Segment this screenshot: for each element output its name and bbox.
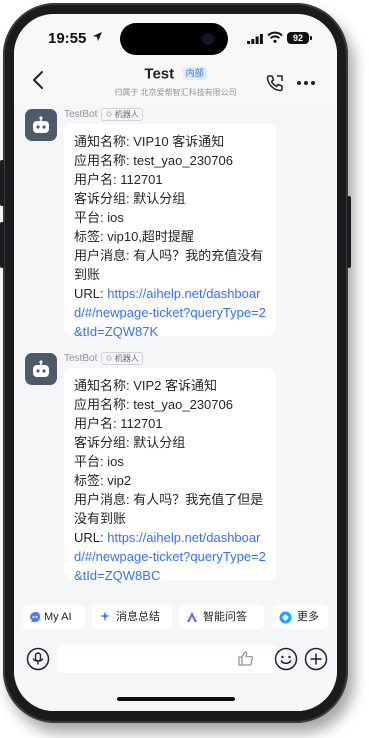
- message-line: 通知名称: VIP10 客诉通知: [74, 134, 225, 149]
- phone-power-button: [347, 196, 351, 268]
- chip-label: 消息总结: [116, 611, 160, 623]
- url-line: URL: https://aihelp.net/dashboard/#/newp…: [64, 284, 276, 341]
- message-line: 平台: ios: [74, 454, 124, 469]
- message-line: 客诉分组: 默认分组: [74, 435, 186, 450]
- sender-name: TestBot: [64, 109, 98, 120]
- internal-badge: 内部: [182, 67, 207, 81]
- bot-tag: ♲ 机器人: [101, 352, 143, 365]
- message-line: 应用名称: test_yao_230706: [74, 153, 233, 168]
- message-line: 用户名: 112701: [74, 172, 163, 187]
- more-apps-icon: [279, 611, 292, 624]
- message-sender: TestBot ♲ 机器人: [64, 108, 143, 121]
- message-line: 通知名称: VIP2 客诉通知: [74, 378, 218, 393]
- chip-label: 更多: [297, 611, 319, 623]
- my-ai-chip[interactable]: My AI: [22, 605, 86, 629]
- dynamic-island: [120, 23, 228, 55]
- more-apps-chip[interactable]: 更多: [272, 605, 328, 629]
- home-indicator[interactable]: [117, 697, 235, 701]
- mic-icon[interactable]: [26, 647, 50, 671]
- url-label: URL:: [74, 286, 108, 301]
- message-line: 标签: vip2: [74, 473, 132, 488]
- location-arrow-icon: [93, 32, 102, 41]
- message-bubble[interactable]: 通知名称: VIP2 客诉通知 应用名称: test_yao_230706 用户…: [64, 368, 276, 583]
- chat-title-row[interactable]: Test 内部: [14, 65, 337, 83]
- message-line: 标签: vip10,超时提醒: [74, 229, 194, 244]
- message-line: 应用名称: test_yao_230706: [74, 397, 233, 412]
- summary-chip[interactable]: 消息总结: [92, 605, 172, 629]
- bot-tag-label: 机器人: [114, 354, 139, 363]
- smart-qa-chip[interactable]: 智能问答: [179, 605, 264, 629]
- cellular-signal-icon: [247, 34, 263, 44]
- message-bubble[interactable]: 通知名称: VIP10 客诉通知 应用名称: test_yao_230706 用…: [64, 124, 276, 339]
- wifi-icon: [267, 31, 283, 43]
- user-message: 用户消息: 有人吗？我的充值没有到账: [74, 248, 264, 282]
- message-line: 用户名: 112701: [74, 416, 163, 431]
- message-line: 客诉分组: 默认分组: [74, 191, 186, 206]
- bot-avatar[interactable]: [25, 109, 57, 141]
- robot-icon: [33, 360, 49, 377]
- battery-indicator: 92: [287, 32, 312, 44]
- chip-label: My AI: [44, 611, 72, 623]
- chat-header: Test 内部 归属于 北京爱帮智汇科技有限公司: [14, 60, 337, 106]
- summary-icon: [100, 611, 110, 622]
- my-ai-icon: [30, 612, 40, 622]
- sender-name: TestBot: [64, 353, 98, 364]
- url-line: URL: https://aihelp.net/dashboard/#/newp…: [64, 528, 276, 585]
- emoji-icon[interactable]: [274, 647, 298, 671]
- call-icon[interactable]: [265, 73, 285, 93]
- bot-avatar[interactable]: [25, 353, 57, 385]
- message-line: 平台: ios: [74, 210, 124, 225]
- plus-icon[interactable]: [304, 647, 328, 671]
- more-icon[interactable]: [296, 80, 316, 86]
- phone-side-button: [0, 222, 4, 268]
- url-label: URL:: [74, 530, 108, 545]
- bot-tag: ♲ 机器人: [101, 108, 143, 121]
- app-screen: 19:55 92 Test 内部 归属于 北京爱帮智汇科技有限公司 TestBo…: [14, 14, 337, 711]
- message-sender: TestBot ♲ 机器人: [64, 352, 143, 365]
- chat-subtitle: 归属于 北京爱帮智汇科技有限公司: [114, 88, 237, 97]
- status-bar: 19:55 92: [14, 14, 337, 60]
- qa-icon: [187, 612, 197, 622]
- user-message: 用户消息: 有人吗？我充值了但是没有到账: [74, 492, 264, 526]
- phone-side-button: [0, 160, 4, 206]
- status-time: 19:55: [48, 30, 87, 47]
- bot-tag-label: 机器人: [114, 110, 139, 119]
- thumbs-up-icon[interactable]: [237, 650, 254, 667]
- robot-icon: [33, 116, 49, 133]
- quick-actions-bar: My AI 消息总结 智能问答 更多: [22, 605, 337, 629]
- chip-label: 智能问答: [203, 611, 247, 623]
- chat-title: Test: [144, 65, 175, 83]
